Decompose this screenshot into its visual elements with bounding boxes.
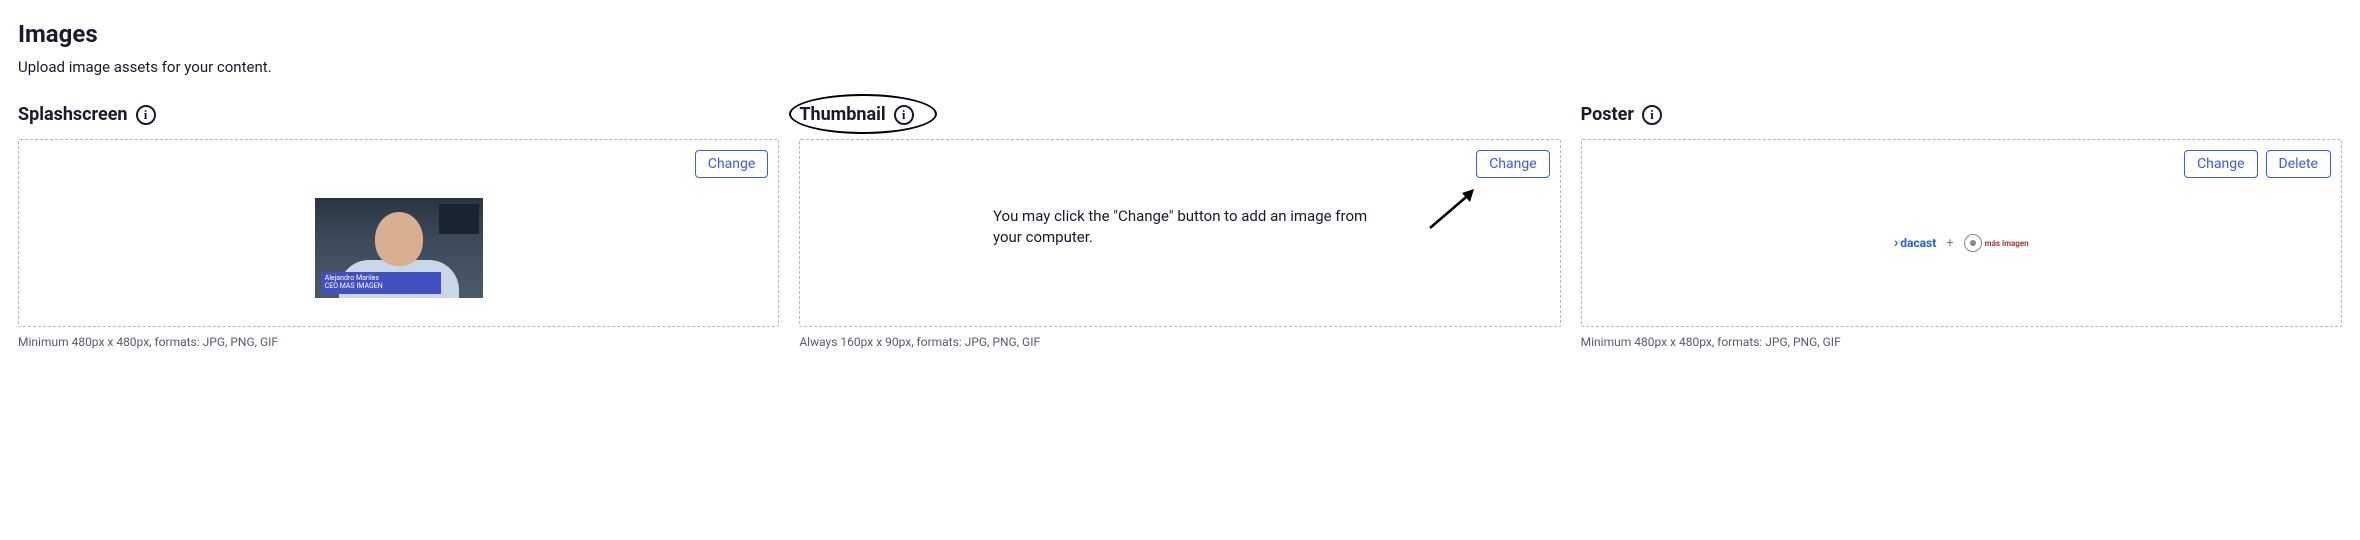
- poster-caption: Minimum 480px x 480px, formats: JPG, PNG…: [1581, 335, 2342, 349]
- thumbnail-section: Thumbnail i Change You may click the "Ch…: [799, 104, 1560, 349]
- info-icon[interactable]: i: [136, 105, 156, 125]
- delete-button[interactable]: Delete: [2266, 150, 2331, 178]
- info-icon[interactable]: i: [1642, 105, 1662, 125]
- splashscreen-button-row: Change: [695, 150, 768, 178]
- plus-separator: +: [1946, 236, 1953, 251]
- page-subtitle: Upload image assets for your content.: [18, 58, 2342, 76]
- mas-imagen-logo: más imagen: [1964, 234, 2029, 252]
- splashscreen-caption: Minimum 480px x 480px, formats: JPG, PNG…: [18, 335, 779, 349]
- thumbnail-caption: Always 160px x 90px, formats: JPG, PNG, …: [799, 335, 1560, 349]
- poster-section: Poster i Change Delete › dacast + más im…: [1581, 104, 2342, 349]
- poster-header: Poster i: [1581, 104, 2342, 125]
- preview-name: Alejandro Mariles: [325, 274, 437, 282]
- poster-title: Poster: [1581, 104, 1634, 125]
- dacast-text: dacast: [1900, 236, 1936, 250]
- poster-preview-image: › dacast + más imagen: [1894, 234, 2029, 252]
- thumbnail-upload-box: Change You may click the "Change" button…: [799, 139, 1560, 327]
- dacast-chevron-icon: ›: [1894, 235, 1898, 251]
- annotation-arrow: [1424, 184, 1484, 234]
- thumbnail-title: Thumbnail: [799, 104, 885, 125]
- change-button[interactable]: Change: [1476, 150, 1549, 178]
- dacast-logo: › dacast: [1894, 235, 1936, 251]
- thumbnail-helper-text: You may click the "Change" button to add…: [993, 206, 1373, 248]
- splashscreen-title: Splashscreen: [18, 104, 128, 125]
- preview-name-tag: Alejandro Mariles CEO MAS IMAGEN: [321, 272, 441, 294]
- splashscreen-preview-image: Alejandro Mariles CEO MAS IMAGEN: [315, 198, 483, 298]
- change-button[interactable]: Change: [2184, 150, 2257, 178]
- thumbnail-header: Thumbnail i: [799, 104, 1560, 125]
- mas-imagen-icon: [1964, 234, 1982, 252]
- info-icon[interactable]: i: [894, 105, 914, 125]
- preview-subtitle: CEO MAS IMAGEN: [325, 282, 437, 290]
- splashscreen-section: Splashscreen i Change Alejandro Mariles …: [18, 104, 779, 349]
- thumbnail-button-row: Change: [1476, 150, 1549, 178]
- image-sections-grid: Splashscreen i Change Alejandro Mariles …: [18, 104, 2342, 349]
- preview-background-detail: [439, 204, 479, 234]
- poster-upload-box: Change Delete › dacast + más imagen: [1581, 139, 2342, 327]
- poster-button-row: Change Delete: [2184, 150, 2331, 178]
- preview-person-head: [375, 212, 423, 266]
- mas-imagen-text: más imagen: [1985, 239, 2029, 248]
- splashscreen-header: Splashscreen i: [18, 104, 779, 125]
- page-title: Images: [18, 20, 2342, 48]
- change-button[interactable]: Change: [695, 150, 768, 178]
- splashscreen-upload-box: Change Alejandro Mariles CEO MAS IMAGEN: [18, 139, 779, 327]
